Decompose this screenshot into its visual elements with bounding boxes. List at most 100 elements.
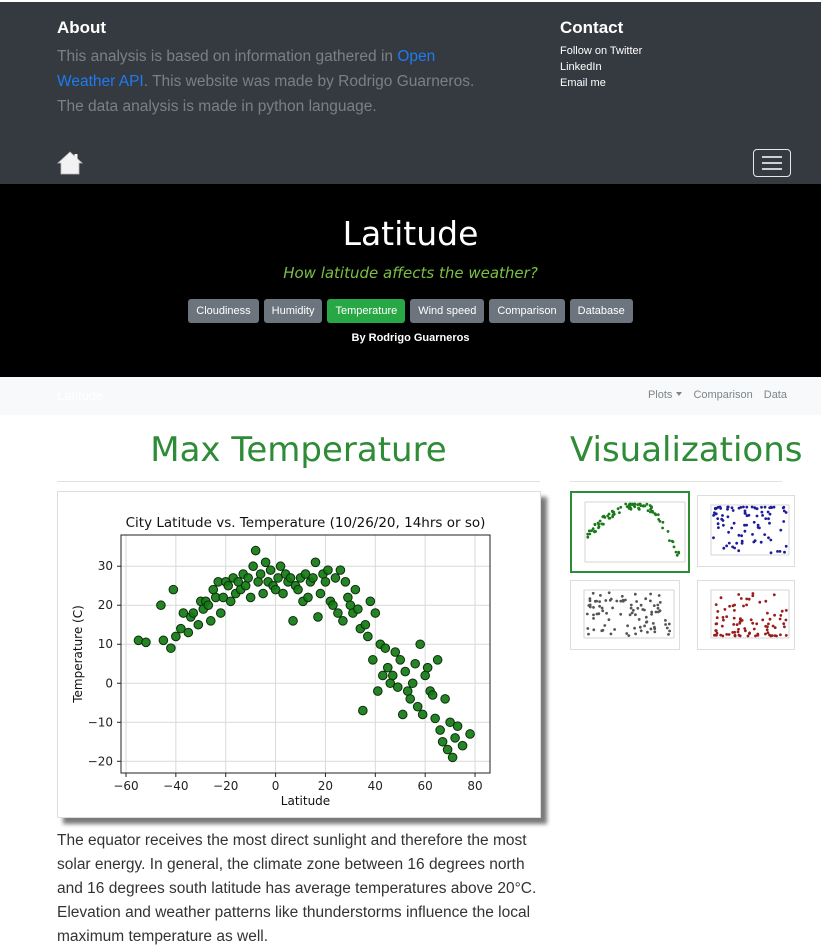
about-text: This analysis is based on information ga… — [57, 44, 497, 119]
data-point — [465, 729, 475, 739]
navbar-toggler-button[interactable] — [753, 149, 791, 177]
thumbnail-point — [592, 628, 596, 632]
y-tick-label: −10 — [88, 715, 113, 729]
divider — [570, 481, 782, 482]
cloudiness-button[interactable]: Cloudiness — [188, 299, 259, 323]
data-point — [328, 600, 338, 611]
thumbnail-point — [751, 621, 755, 625]
thumbnail-point — [752, 540, 756, 544]
wind-speed-thumb[interactable] — [697, 580, 795, 650]
thumbnail-point — [607, 618, 611, 621]
data-point — [392, 682, 403, 692]
wind-speed-button[interactable]: Wind speed — [410, 299, 485, 323]
thumbnail-point — [592, 606, 595, 609]
thumbnail-point — [740, 541, 744, 545]
x-tick-label: −40 — [163, 779, 188, 793]
thumbnail-point — [722, 523, 725, 527]
home-icon[interactable] — [57, 150, 83, 176]
thumbnail-point — [781, 506, 785, 510]
thumbnail-point — [645, 502, 649, 506]
thumbnail-point — [598, 519, 602, 523]
menu-bar — [762, 156, 782, 158]
nav-plots-dropdown[interactable]: Plots — [648, 389, 683, 401]
data-point — [427, 690, 438, 700]
data-point — [397, 709, 408, 720]
thumbnail-point — [767, 536, 770, 540]
thumbnail-point — [588, 599, 592, 603]
thumbnail-point — [784, 609, 788, 612]
navbar-brand[interactable]: Latitude — [57, 388, 103, 403]
thumbnail-point — [761, 618, 765, 622]
cloudiness-thumb[interactable] — [570, 580, 680, 650]
data-point — [343, 592, 353, 603]
thumbnail-point — [620, 594, 624, 598]
thumbnail-point — [605, 611, 608, 615]
thumbnail-point — [738, 621, 742, 625]
chart-title: City Latitude vs. Temperature (10/26/20,… — [126, 515, 486, 531]
data-point — [315, 588, 326, 599]
thumbnail-point — [716, 522, 720, 526]
linkedin-link[interactable]: LinkedIn — [560, 59, 642, 75]
thumbnail-point — [745, 603, 748, 607]
thumbnail-point — [600, 606, 604, 610]
database-button[interactable]: Database — [569, 299, 633, 323]
temperature-thumb[interactable] — [570, 491, 690, 573]
data-point — [353, 604, 363, 614]
thumbnail-point — [656, 513, 660, 516]
thumbnail-point — [656, 606, 660, 610]
thumbnail-point — [672, 545, 676, 549]
y-axis-label: Temperature (C) — [71, 605, 85, 704]
navbar: Latitude Plots Comparison Data — [0, 377, 821, 415]
data-point — [382, 662, 393, 673]
data-point — [166, 643, 176, 653]
humidity-button[interactable]: Humidity — [263, 299, 323, 323]
thumbnail-point — [592, 617, 595, 620]
thumbnail-point — [763, 505, 767, 509]
thumbnail-point — [646, 630, 649, 634]
data-point — [340, 577, 351, 587]
thumbnail-point — [654, 513, 658, 517]
thumbnail-point — [768, 617, 772, 621]
thumbnail-point — [588, 532, 592, 536]
thumbnail-point — [601, 609, 605, 613]
data-point — [158, 635, 169, 646]
thumbnail-point — [666, 530, 670, 533]
thumbnail-point — [677, 551, 681, 555]
thumbnail-point — [747, 597, 751, 601]
nav-comparison[interactable]: Comparison — [693, 389, 752, 401]
thumbnail-point — [643, 624, 646, 628]
x-axis-label: Latitude — [281, 794, 330, 808]
temperature-button[interactable]: Temperature — [327, 299, 406, 323]
thumbnail-point — [755, 514, 759, 518]
thumbnail-point — [748, 632, 751, 635]
thumbnail-point — [766, 625, 769, 629]
thumbnail-point — [597, 612, 601, 616]
data-point — [452, 721, 463, 731]
data-point — [320, 577, 331, 587]
thumbnail-point — [726, 505, 730, 509]
thumbnail-point — [721, 519, 725, 522]
thumbnail-point — [733, 609, 736, 612]
thumbnail-point — [653, 630, 657, 634]
nav-data[interactable]: Data — [764, 389, 787, 401]
data-point — [323, 565, 333, 575]
humidity-thumb[interactable] — [697, 495, 795, 567]
comparison-button[interactable]: Comparison — [489, 299, 565, 323]
thumbnail-point — [626, 624, 629, 628]
thumbnail-point — [658, 601, 662, 604]
thumbnail-point — [766, 631, 770, 635]
thumbnail-point — [768, 521, 771, 525]
thumbnail-point — [613, 628, 616, 631]
data-point — [278, 588, 288, 599]
thumbnail-plot — [584, 501, 686, 563]
thumbnail-point — [639, 603, 643, 607]
email-link[interactable]: Email me — [560, 75, 642, 91]
divider — [57, 481, 540, 482]
thumbnail-point — [619, 612, 623, 616]
data-point — [338, 616, 348, 626]
thumbnail-point — [719, 596, 723, 600]
thumbnail-point — [650, 612, 653, 616]
thumbnail-point — [652, 604, 656, 607]
thumbnail-point — [752, 627, 756, 631]
twitter-link[interactable]: Follow on Twitter — [560, 43, 642, 59]
